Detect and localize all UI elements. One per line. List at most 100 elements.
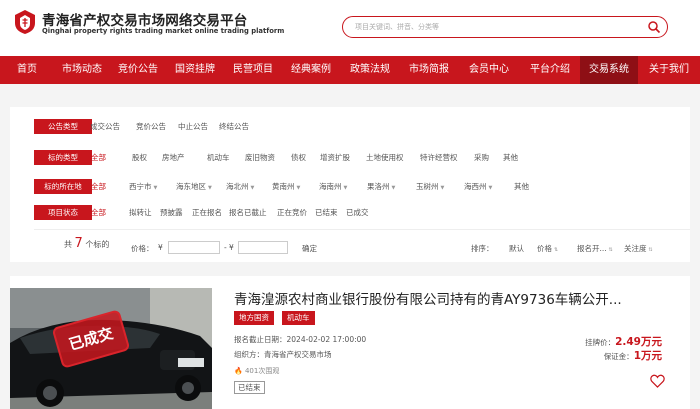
- listing-price: 挂牌价：2.49万元: [585, 334, 662, 349]
- nav-item-market-briefs[interactable]: 市场简报: [400, 56, 458, 84]
- filter-label: 公告类型: [34, 119, 92, 134]
- count-number: 7: [74, 236, 83, 251]
- price-confirm-button[interactable]: 确定: [302, 243, 317, 254]
- sort-arrow-icon: ⇅: [648, 247, 653, 253]
- sort-option-label: 价格: [537, 244, 552, 253]
- sort-default[interactable]: 默认: [509, 243, 524, 254]
- filter-option-label: 海西州: [464, 182, 487, 191]
- filter-option[interactable]: 海南州 ▼: [319, 181, 347, 192]
- price-max-input[interactable]: [238, 241, 288, 254]
- price-max-currency: ¥: [229, 243, 234, 252]
- sort-popularity[interactable]: 关注度 ⇅: [624, 243, 653, 254]
- filter-option[interactable]: 黄南州 ▼: [272, 181, 300, 192]
- nav-item-private-projects[interactable]: 民营项目: [224, 56, 282, 84]
- filter-option-all[interactable]: 全部: [91, 207, 106, 218]
- status-badge: 已结束: [234, 381, 265, 394]
- filter-option[interactable]: 特许经营权: [420, 152, 458, 163]
- nav-item-about-us[interactable]: 关于我们: [638, 56, 700, 84]
- filter-option[interactable]: 房地产: [162, 152, 185, 163]
- search-input[interactable]: [355, 20, 635, 34]
- filter-option-label: 海北州: [226, 182, 249, 191]
- filter-option[interactable]: 报名已截止: [229, 207, 267, 218]
- chevron-down-icon: ▼: [488, 185, 493, 191]
- nav-item-policies[interactable]: 政策法规: [340, 56, 400, 84]
- filter-option-label: 果洛州: [367, 182, 390, 191]
- nav-item-state-assets[interactable]: 国资挂牌: [166, 56, 224, 84]
- filter-option[interactable]: 机动车: [207, 152, 230, 163]
- filter-option-label: 海南州: [319, 182, 342, 191]
- filter-option[interactable]: 玉树州 ▼: [416, 181, 444, 192]
- sort-option-label: 报名开...: [577, 244, 607, 253]
- filter-option[interactable]: 正在竞价: [277, 207, 307, 218]
- sort-price[interactable]: 价格 ⇅: [537, 243, 558, 254]
- site-title[interactable]: 青海省产权交易市场网络交易平台: [42, 9, 248, 29]
- tag-local-state-assets: 地方国资: [234, 311, 274, 325]
- nav-item-auction-notice[interactable]: 竞价公告: [110, 56, 166, 84]
- filter-option[interactable]: 终结公告: [219, 121, 249, 132]
- filter-option[interactable]: 土地使用权: [366, 152, 404, 163]
- filter-option[interactable]: 拟转让: [129, 207, 152, 218]
- filter-option-all[interactable]: 全部: [91, 152, 106, 163]
- deposit-label: 保证金：: [603, 352, 634, 361]
- filter-option-all[interactable]: 全部: [91, 181, 106, 192]
- filter-row-announcement-type: 公告类型 成交公告 竞价公告 中止公告 终结公告: [10, 117, 690, 137]
- filter-option[interactable]: 其他: [503, 152, 518, 163]
- deadline-value: 2024-02-02 17:00:00: [286, 335, 367, 344]
- logo-icon[interactable]: [13, 9, 37, 35]
- filter-option[interactable]: 债权: [291, 152, 306, 163]
- filter-option[interactable]: 西宁市 ▼: [129, 181, 157, 192]
- filter-option[interactable]: 股权: [132, 152, 147, 163]
- sort-registration-start[interactable]: 报名开... ⇅: [577, 243, 613, 254]
- deposit: 保证金：1万元: [604, 348, 662, 363]
- filter-option[interactable]: 增资扩股: [320, 152, 350, 163]
- filter-option[interactable]: 已结束: [315, 207, 338, 218]
- chevron-down-icon: ▼: [343, 185, 348, 191]
- filter-option[interactable]: 已成交: [346, 207, 369, 218]
- filter-option[interactable]: 海西州 ▼: [464, 181, 492, 192]
- filter-option[interactable]: 预披露: [160, 207, 183, 218]
- count-suffix: 个标的: [85, 240, 110, 249]
- sort-arrow-icon: ⇅: [554, 247, 559, 253]
- filter-option-label: 黄南州: [272, 182, 295, 191]
- site-subtitle: Qinghai property rights trading market o…: [42, 27, 285, 35]
- filter-option[interactable]: 其他: [514, 181, 529, 192]
- filter-option[interactable]: 正在报名: [192, 207, 222, 218]
- filter-label: 标的类型: [34, 150, 92, 165]
- heart-icon[interactable]: [650, 374, 665, 388]
- filter-option[interactable]: 海东地区 ▼: [176, 181, 212, 192]
- nav-item-home[interactable]: 首页: [0, 56, 54, 84]
- tag-vehicle: 机动车: [282, 311, 315, 325]
- filter-option[interactable]: 采购: [474, 152, 489, 163]
- registration-deadline: 报名截止日期：2024-02-02 17:00:00: [234, 334, 366, 345]
- search-icon[interactable]: [647, 20, 661, 34]
- sort-label: 排序：: [471, 244, 494, 253]
- price-min-input[interactable]: [168, 241, 220, 254]
- main-nav: 首页 市场动态 竞价公告 国资挂牌 民营项目 经典案例 政策法规 市场简报 会员…: [0, 56, 700, 84]
- organizer-value: 青海省产权交易市场: [264, 350, 332, 359]
- chevron-down-icon: ▼: [440, 185, 445, 191]
- chevron-down-icon: ▼: [208, 185, 212, 191]
- nav-item-classic-cases[interactable]: 经典案例: [282, 56, 340, 84]
- count-prefix: 共: [64, 240, 72, 249]
- price-filter-label: 价格：: [131, 244, 154, 253]
- price-range-sep: -: [224, 243, 227, 252]
- filter-option[interactable]: 中止公告: [178, 121, 208, 132]
- filter-option[interactable]: 成交公告: [90, 121, 120, 132]
- nav-item-market-news[interactable]: 市场动态: [54, 56, 110, 84]
- filter-option[interactable]: 竞价公告: [136, 121, 166, 132]
- filter-option[interactable]: 果洛州 ▼: [367, 181, 395, 192]
- price-min-currency: ¥: [158, 243, 163, 252]
- nav-item-platform-intro[interactable]: 平台介绍: [520, 56, 580, 84]
- filter-option[interactable]: 废旧物资: [245, 152, 275, 163]
- nav-item-trading-system[interactable]: 交易系统: [580, 56, 638, 84]
- deadline-label: 报名截止日期：: [234, 335, 287, 344]
- nav-item-member-center[interactable]: 会员中心: [458, 56, 520, 84]
- listing-price-label: 挂牌价：: [585, 338, 616, 347]
- chevron-down-icon: ▼: [296, 185, 301, 191]
- listing-title[interactable]: 青海湟源农村商业银行股份有限公司持有的青AY9736车辆公开...: [234, 288, 674, 308]
- listing-price-value: 2.49万元: [615, 336, 662, 348]
- chevron-down-icon: ▼: [250, 185, 255, 191]
- organizer-label: 组织方：: [234, 350, 264, 359]
- deposit-value: 1万元: [633, 350, 662, 362]
- filter-option[interactable]: 海北州 ▼: [226, 181, 254, 192]
